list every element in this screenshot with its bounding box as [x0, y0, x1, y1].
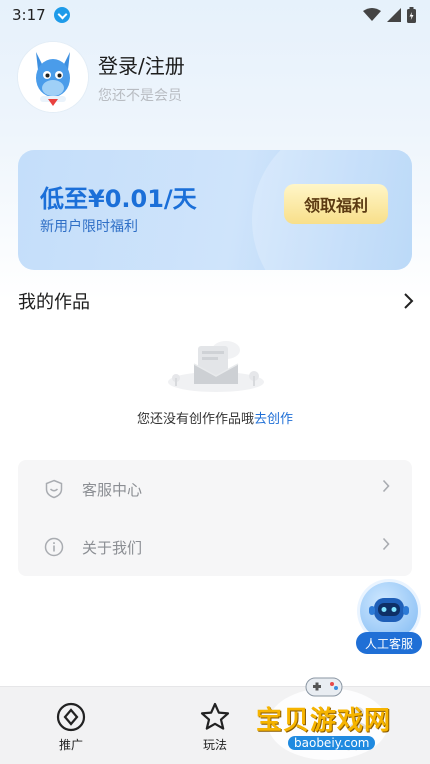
menu-item-label: 客服中心 [82, 480, 143, 499]
download-icon [53, 7, 70, 23]
star-icon [200, 702, 230, 730]
wifi-icon [363, 8, 381, 21]
profile-header[interactable]: 登录/注册 您还不是会员 [18, 42, 185, 112]
login-register-link[interactable]: 登录/注册 [98, 50, 185, 79]
gamepad-icon [305, 677, 343, 697]
chevron-right-icon [382, 479, 390, 493]
signal-icon [387, 8, 401, 22]
my-works-header[interactable]: 我的作品 [18, 288, 414, 314]
watermark-url: baobeiy.com [288, 736, 376, 750]
tab-label: 推广 [58, 738, 83, 752]
empty-works-illustration [168, 341, 264, 392]
battery-icon [407, 7, 416, 23]
site-watermark: 宝贝游戏网 baobeiy.com [252, 670, 402, 764]
empty-works-message: 您还没有创作作品哦去创作 [0, 408, 430, 427]
menu-item-label: 关于我们 [82, 538, 143, 557]
status-time: 3:17 [12, 6, 46, 24]
human-service-button[interactable]: 人工客服 [356, 582, 422, 656]
chevron-right-icon[interactable] [402, 292, 414, 310]
status-bar: 3:17 [0, 0, 430, 30]
menu-card: 客服中心 关于我们 [18, 460, 412, 576]
mascot-avatar-icon [18, 42, 88, 112]
empty-works-text: 您还没有创作作品哦 [136, 412, 254, 427]
tab-promote[interactable]: 推广 [31, 687, 111, 764]
promo-subtitle: 新用户限时福利 [40, 219, 138, 235]
promo-banner[interactable]: 低至¥0.01/天 新用户限时福利 领取福利 [18, 150, 412, 270]
promote-icon [56, 702, 86, 732]
watermark-text: 宝贝游戏网 [256, 706, 392, 736]
promo-price: 低至¥0.01/天 [40, 185, 197, 213]
tab-label: 玩法 [202, 738, 227, 752]
tab-gameplay[interactable]: 玩法 [175, 687, 255, 764]
human-service-label: 人工客服 [356, 632, 422, 654]
info-icon [44, 537, 64, 557]
profile-text: 登录/注册 您还不是会员 [98, 50, 185, 105]
my-works-title: 我的作品 [18, 292, 90, 313]
menu-item-customer-service[interactable]: 客服中心 [18, 460, 412, 518]
status-indicators [363, 7, 416, 23]
claim-benefit-button[interactable]: 领取福利 [284, 184, 388, 224]
go-create-link[interactable]: 去创作 [254, 412, 293, 427]
chevron-right-icon [382, 537, 390, 551]
avatar[interactable] [18, 42, 88, 112]
membership-status: 您还不是会员 [98, 87, 182, 104]
menu-item-about-us[interactable]: 关于我们 [18, 518, 412, 576]
customer-service-icon [45, 479, 63, 499]
